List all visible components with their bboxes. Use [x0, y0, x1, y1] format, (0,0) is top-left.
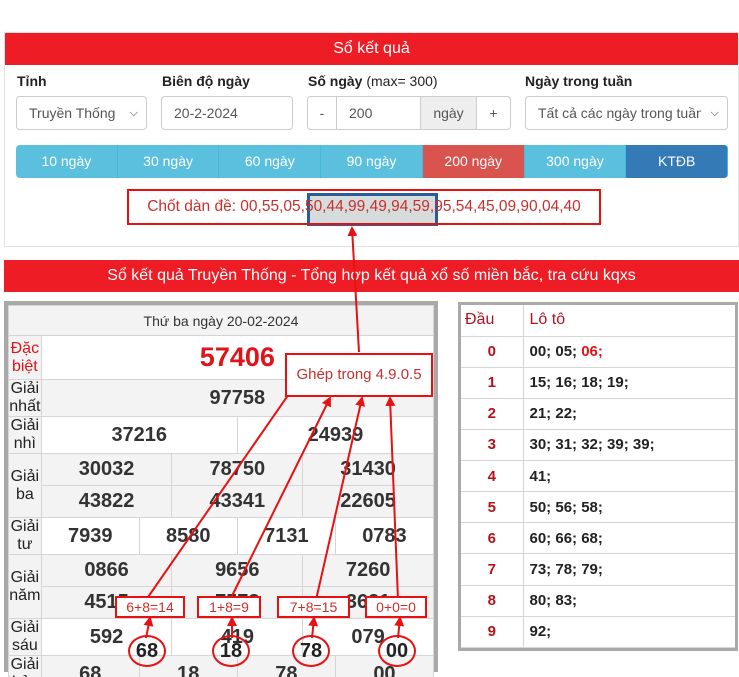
sum-annotation-4: 0+0=0 — [365, 596, 427, 618]
prize-3-4: 43822 — [40, 485, 173, 518]
prize-4-2: 8580 — [138, 517, 238, 555]
prize-5-2: 9656 — [171, 554, 304, 587]
prize-label-db: Đặc biệt — [8, 335, 42, 380]
prize-label-6: Giải sáu — [8, 618, 42, 656]
loto-nums-text: 00; 05; — [529, 343, 582, 361]
loto-dau: 8 — [461, 585, 524, 617]
range-button-300[interactable]: 300 ngày — [524, 145, 627, 178]
loto-dau: 0 — [461, 336, 524, 368]
circled-number-1: 68 — [128, 635, 166, 667]
prize-3-6: 22605 — [302, 485, 434, 518]
prize-3-3: 31430 — [302, 453, 434, 486]
prize-3-5: 43341 — [171, 485, 304, 518]
loto-head-loto: Lô tô — [523, 305, 735, 337]
loto-nums: 21; 22; — [523, 398, 735, 430]
date-range-label: Biên độ ngày — [162, 73, 250, 89]
days-max-hint: (max= 300) — [366, 73, 438, 89]
increment-button[interactable]: + — [477, 96, 511, 130]
ktdb-button[interactable]: KTĐB — [626, 145, 728, 178]
range-button-60[interactable]: 60 ngày — [219, 145, 322, 178]
chevron-down-icon: ⌵ — [129, 107, 138, 119]
ghep-annotation: Ghép trong 4.9.0.5 — [285, 353, 433, 397]
chot-dan-de: Chốt dàn đề: 00,55,05,50,44,99,49,94,59,… — [127, 189, 601, 225]
loto-table: Đầu Lô tô 0 00; 05; 06; 1 15; 16; 18; 19… — [458, 302, 738, 651]
days-label: Số ngày (max= 300) — [308, 73, 438, 89]
prize-label-5: Giải năm — [8, 554, 42, 619]
days-label-text: Số ngày — [308, 73, 363, 89]
prize-label-7: Giải bảy — [8, 655, 42, 677]
loto-dau: 4 — [461, 460, 524, 493]
days-input[interactable]: 200 — [337, 96, 421, 130]
date-input[interactable]: 20-2-2024 — [161, 96, 293, 130]
sum-annotation-1: 6+8=14 — [115, 596, 185, 618]
loto-dau: 2 — [461, 398, 524, 430]
prize-4-4: 0783 — [334, 517, 435, 555]
loto-dau: 9 — [461, 616, 524, 649]
weekday-label: Ngày trong tuần — [525, 73, 633, 89]
weekday-select[interactable]: Tất cả các ngày trong tuần ⌵ — [525, 96, 728, 130]
prize-label-3: Giải ba — [8, 453, 42, 518]
loto-nums: 00; 05; 06; — [523, 336, 735, 368]
loto-dau: 7 — [461, 553, 524, 586]
prize-7-1: 68 — [40, 655, 140, 677]
prize-3-1: 30032 — [40, 453, 173, 486]
range-button-bar: 10 ngày 30 ngày 60 ngày 90 ngày 200 ngày… — [16, 145, 728, 178]
loto-nums: 15; 16; 18; 19; — [523, 367, 735, 399]
province-value: Truyền Thống — [29, 105, 116, 121]
weekday-value: Tất cả các ngày trong tuần — [538, 105, 701, 121]
loto-nums: 41; — [523, 460, 735, 493]
prize-3-2: 78750 — [171, 453, 304, 486]
prize-label-2: Giải nhì — [8, 416, 42, 454]
prize-5-1: 0866 — [40, 554, 173, 587]
prize-4-1: 7939 — [40, 517, 140, 555]
prize-4-3: 7131 — [236, 517, 336, 555]
panel-header: Sổ kết quả — [5, 33, 738, 65]
prize-label-4: Giải tư — [8, 517, 42, 555]
range-button-90[interactable]: 90 ngày — [321, 145, 423, 178]
loto-nums: 50; 56; 58; — [523, 491, 735, 524]
loto-dau: 1 — [461, 367, 524, 399]
range-button-30[interactable]: 30 ngày — [117, 145, 220, 178]
loto-nums: 30; 31; 32; 39; 39; — [523, 429, 735, 462]
days-stepper: - 200 ngày + — [307, 96, 511, 130]
loto-nums: 73; 78; 79; — [523, 553, 735, 586]
range-button-200[interactable]: 200 ngày — [422, 145, 525, 178]
circled-number-2: 18 — [212, 635, 250, 667]
circled-number-4: 00 — [378, 635, 416, 667]
days-unit: ngày — [421, 96, 477, 130]
loto-nums: 92; — [523, 616, 735, 649]
date-value: 20-2-2024 — [174, 105, 238, 121]
sum-annotation-3: 7+8=15 — [277, 596, 350, 618]
prize-2-b: 24939 — [236, 416, 435, 454]
prize-2-a: 37216 — [40, 416, 238, 454]
page-root: Sổ kết quả Tỉnh Truyền Thống ⌵ Biên độ n… — [0, 0, 739, 677]
loto-dau: 5 — [461, 491, 524, 524]
decrement-button[interactable]: - — [307, 96, 337, 130]
sum-annotation-2: 1+8=9 — [197, 596, 261, 618]
loto-dau: 3 — [461, 429, 524, 462]
circled-number-3: 78 — [292, 635, 330, 667]
range-button-10[interactable]: 10 ngày — [16, 145, 118, 178]
draw-date: Thứ ba ngày 20-02-2024 — [8, 305, 434, 336]
loto-nums: 80; 83; — [523, 585, 735, 617]
loto-dau: 6 — [461, 522, 524, 555]
prize-label-1: Giải nhất — [8, 379, 42, 417]
loto-head-dau: Đầu — [461, 305, 524, 337]
results-header: Sổ kết quả Truyền Thống - Tổng hợp kết q… — [4, 260, 739, 292]
province-select[interactable]: Truyền Thống ⌵ — [16, 96, 147, 130]
chevron-down-icon: ⌵ — [710, 107, 719, 119]
prize-5-3: 7260 — [302, 554, 434, 587]
loto-hot-num: 06; — [581, 343, 603, 361]
loto-nums: 60; 66; 68; — [523, 522, 735, 555]
province-label: Tỉnh — [17, 73, 47, 89]
